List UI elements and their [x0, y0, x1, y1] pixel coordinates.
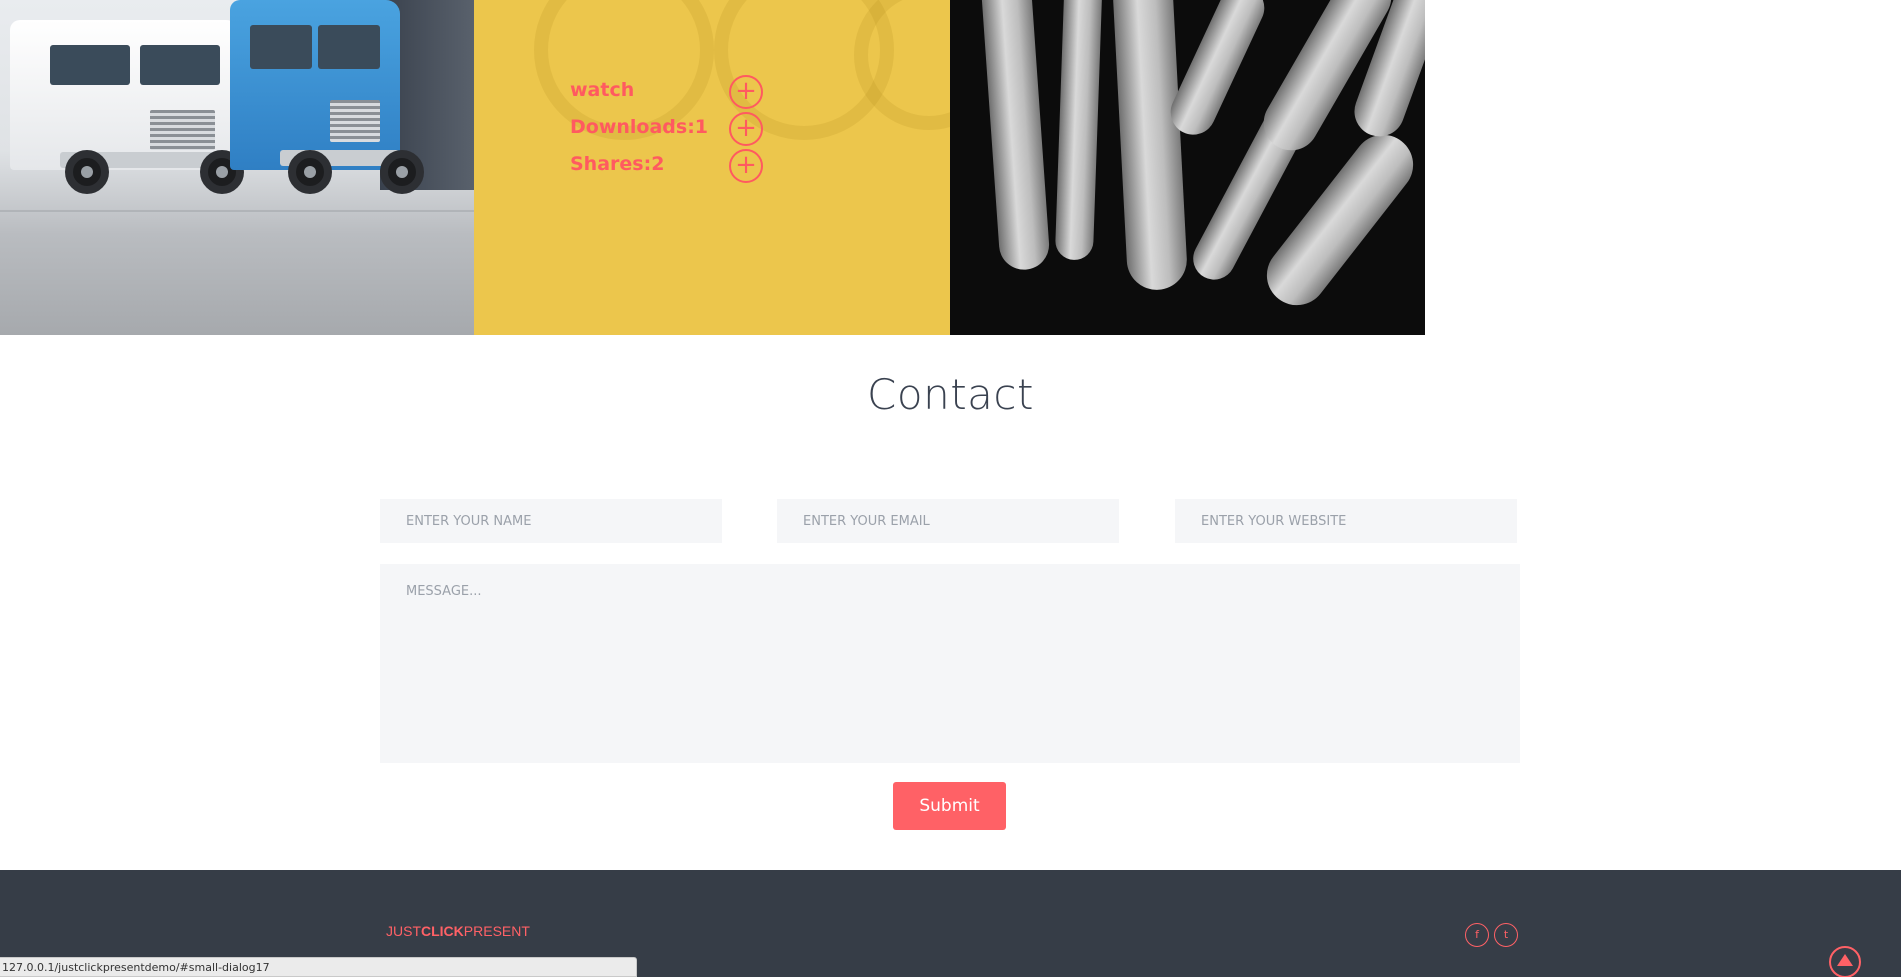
watch-image[interactable]: watch + Downloads:1 + Shares:2 + — [474, 0, 950, 335]
zebra-stripe — [1111, 0, 1189, 292]
logo-part-just: JUST — [386, 923, 421, 939]
browser-status-bar: 127.0.0.1/justclickpresentdemo/#small-di… — [0, 957, 637, 977]
logo-part-present: PRESENT — [463, 923, 530, 939]
message-textarea[interactable] — [380, 564, 1520, 763]
zebra-stripe — [1163, 0, 1272, 143]
twitter-icon[interactable]: t — [1494, 923, 1518, 947]
portfolio-strip: watch + Downloads:1 + Shares:2 + — [0, 0, 1425, 335]
plus-circle-icon[interactable]: + — [729, 112, 763, 146]
overlay-item-label[interactable]: Shares:2 — [570, 153, 664, 175]
overlay-item-watch[interactable]: watch + — [570, 75, 770, 112]
facebook-icon[interactable]: f — [1465, 923, 1489, 947]
site-logo[interactable]: JUSTCLICKPRESENT — [386, 923, 530, 939]
overlay-item-label[interactable]: Downloads:1 — [570, 116, 708, 138]
zebra-stripe — [979, 0, 1051, 272]
overlay-item-label[interactable]: watch — [570, 79, 634, 101]
contact-heading: Contact — [867, 370, 1034, 419]
logo-part-click: CLICK — [421, 923, 464, 939]
plus-circle-icon[interactable]: + — [729, 75, 763, 109]
submit-button[interactable]: Submit — [893, 782, 1006, 830]
ground-line — [0, 210, 474, 212]
zebra-stripe — [1054, 0, 1104, 261]
overlay-item-downloads[interactable]: Downloads:1 + — [570, 112, 770, 149]
name-input[interactable] — [380, 499, 722, 543]
image-overlay-menu: watch + Downloads:1 + Shares:2 + — [570, 75, 770, 186]
zebra-image[interactable] — [950, 0, 1425, 335]
website-input[interactable] — [1175, 499, 1517, 543]
trucks-image[interactable] — [0, 0, 474, 335]
email-input[interactable] — [777, 499, 1119, 543]
overlay-item-shares[interactable]: Shares:2 + — [570, 149, 770, 186]
arrow-up-circle-icon[interactable] — [1829, 946, 1861, 977]
page: watch + Downloads:1 + Shares:2 + Contact… — [0, 0, 1901, 977]
plus-circle-icon[interactable]: + — [729, 149, 763, 183]
